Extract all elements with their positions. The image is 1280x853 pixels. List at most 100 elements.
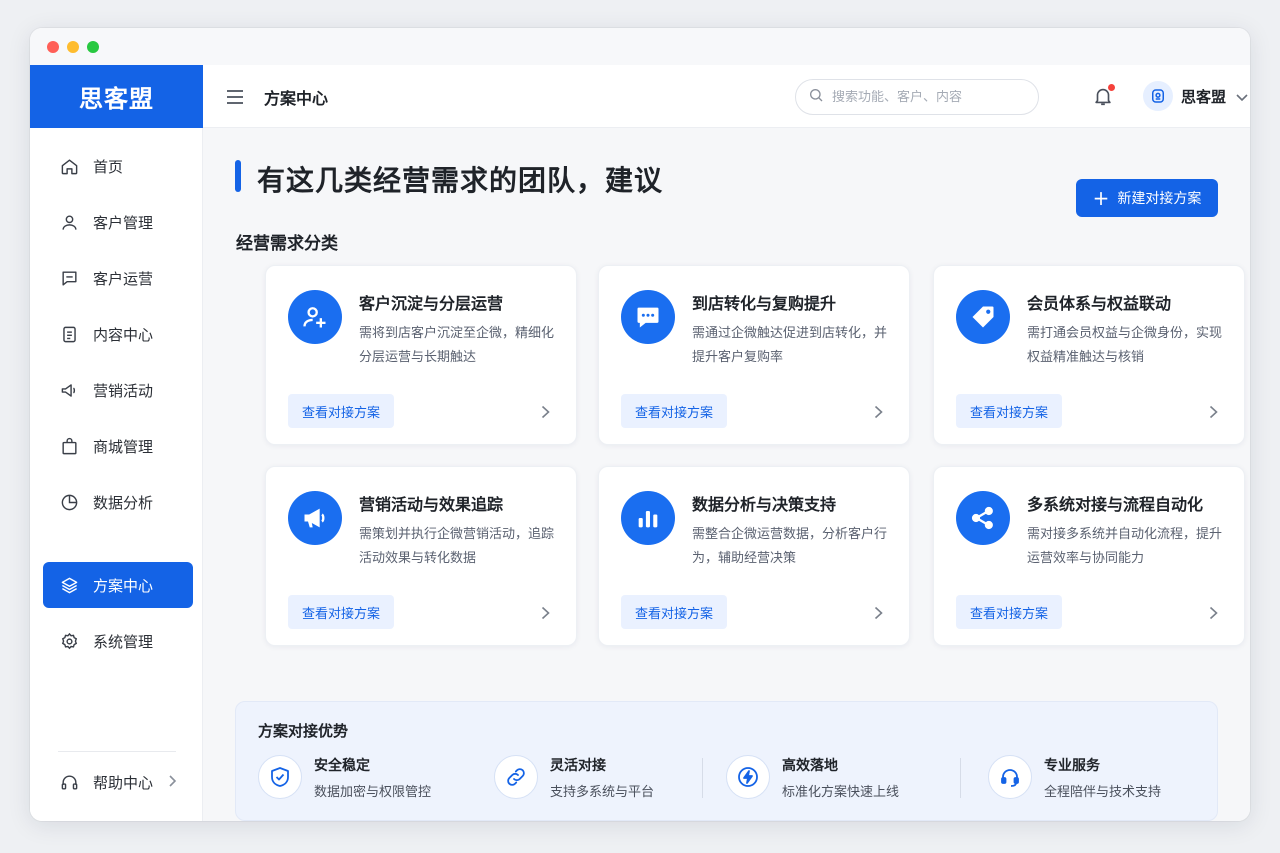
card-description: 需打通会员权益与企微身份，实现权益精准触达与核销 (1027, 326, 1223, 365)
bar-chart-icon (621, 491, 675, 545)
card-title: 到店转化与复购提升 (692, 294, 837, 313)
solution-card[interactable]: 数据分析与决策支持 需整合企微运营数据，分析客户行为，辅助经营决策 查看对接方案 (598, 466, 910, 646)
new-solution-button[interactable]: + 新建对接方案 (1076, 179, 1218, 217)
sidebar-item-analytics[interactable]: 数据分析 (43, 479, 193, 525)
sidebar-item-marketing[interactable]: 营销活动 (43, 367, 193, 413)
chat-icon (59, 268, 79, 288)
sidebar-item-customer-ops[interactable]: 客户运营 (43, 255, 193, 301)
chevron-right-icon (167, 773, 177, 791)
solution-card[interactable]: 多系统对接与流程自动化 需对接多系统并自动化流程，提升运营效率与协同能力 查看对… (933, 466, 1245, 646)
solution-card[interactable]: 营销活动与效果追踪 需策划并执行企微营销活动，追踪活动效果与转化数据 查看对接方… (265, 466, 577, 646)
advantage-description: 数据加密与权限管控 (314, 784, 432, 800)
card-description: 需对接多系统并自动化流程，提升运营效率与协同能力 (1027, 527, 1223, 566)
user-icon (59, 212, 79, 232)
sidebar-item-label: 商城管理 (93, 437, 154, 456)
minimize-window-button[interactable] (67, 41, 79, 53)
card-title: 营销活动与效果追踪 (359, 495, 504, 514)
share-icon (956, 491, 1010, 545)
card-description: 需通过企微触达促进到店转化，并提升客户复购率 (692, 326, 888, 365)
avatar (1143, 81, 1173, 111)
close-window-button[interactable] (47, 41, 59, 53)
view-solution-button[interactable]: 查看对接方案 (956, 394, 1063, 428)
solution-card[interactable]: 会员体系与权益联动 需打通会员权益与企微身份，实现权益精准触达与核销 查看对接方… (933, 265, 1245, 445)
card-title: 会员体系与权益联动 (1027, 294, 1172, 313)
user-menu[interactable]: 思客盟 (1143, 81, 1248, 111)
gear-icon (59, 631, 79, 651)
advantage-description: 支持多系统与平台 (550, 784, 655, 800)
advantage-title: 安全稳定 (314, 757, 370, 774)
notification-badge (1108, 84, 1115, 91)
sidebar-item-system[interactable]: 系统管理 (43, 618, 193, 664)
sidebar-item-label: 客户管理 (93, 213, 154, 232)
advantage-title: 高效落地 (782, 757, 838, 774)
card-title: 多系统对接与流程自动化 (1027, 495, 1204, 514)
card-title: 数据分析与决策支持 (692, 495, 837, 514)
home-icon (59, 156, 79, 176)
sidebar-item-solutions[interactable]: 方案中心 (43, 562, 193, 608)
card-title: 客户沉淀与分层运营 (359, 294, 504, 313)
hero-title: 有这几类经营需求的团队，建议 (257, 164, 664, 197)
sidebar-item-customers[interactable]: 客户管理 (43, 199, 193, 245)
sidebar-item-content[interactable]: 内容中心 (43, 311, 193, 357)
chevron-right-icon[interactable] (874, 404, 883, 423)
window-titlebar (30, 28, 1250, 65)
headset-icon (988, 755, 1032, 799)
view-solution-button[interactable]: 查看对接方案 (956, 595, 1063, 629)
solution-card[interactable]: 到店转化与复购提升 需通过企微触达促进到店转化，并提升客户复购率 查看对接方案 (598, 265, 910, 445)
sidebar: 思客盟 首页 客户管理 客户运营 内容中心 营销活动 商城管理 数据分析 方案中… (30, 65, 203, 821)
megaphone-icon (59, 380, 79, 400)
card-description: 需整合企微运营数据，分析客户行为，辅助经营决策 (692, 527, 888, 566)
main-content: 有这几类经营需求的团队，建议 + 新建对接方案 经营需求分类 客户沉淀与分层运营… (203, 128, 1250, 821)
add-user-icon (288, 290, 342, 344)
chevron-right-icon[interactable] (1209, 605, 1218, 624)
view-solution-button[interactable]: 查看对接方案 (621, 394, 728, 428)
advantage-item: 专业服务 全程陪伴与技术支持 (988, 752, 1161, 802)
search-input[interactable] (832, 89, 1022, 105)
shopping-bag-icon (59, 436, 79, 456)
app-window: 思客盟 首页 客户管理 客户运营 内容中心 营销活动 商城管理 数据分析 方案中… (30, 28, 1250, 821)
help-center-link[interactable]: 帮助中心 (43, 759, 193, 805)
headphones-icon (59, 772, 79, 792)
new-solution-label: 新建对接方案 (1117, 191, 1202, 207)
chevron-right-icon[interactable] (1209, 404, 1218, 423)
advantage-item: 高效落地 标准化方案快速上线 (726, 752, 899, 802)
notification-bell-icon[interactable] (1092, 84, 1115, 107)
pie-chart-icon (59, 492, 79, 512)
advantage-description: 全程陪伴与技术支持 (1044, 784, 1162, 800)
sidebar-item-mall[interactable]: 商城管理 (43, 423, 193, 469)
link-icon (494, 755, 538, 799)
page-title: 方案中心 (264, 89, 329, 108)
layers-icon (59, 575, 79, 595)
advantage-item: 灵活对接 支持多系统与平台 (494, 752, 654, 802)
advantages-panel: 方案对接优势 安全稳定 数据加密与权限管控 灵活对接 支持多系统与平台 高效落地… (235, 701, 1218, 821)
top-bar: 方案中心 思客盟 (203, 65, 1250, 128)
search-box[interactable] (795, 79, 1039, 115)
sidebar-item-label: 营销活动 (93, 381, 154, 400)
message-icon (621, 290, 675, 344)
sidebar-divider (58, 751, 176, 752)
advantage-title: 灵活对接 (550, 757, 606, 774)
search-icon (808, 87, 824, 107)
chevron-right-icon[interactable] (541, 404, 550, 423)
sidebar-item-label: 方案中心 (93, 576, 154, 595)
sidebar-item-label: 数据分析 (93, 493, 154, 512)
brand-logo[interactable]: 思客盟 (30, 65, 203, 128)
advantage-description: 标准化方案快速上线 (782, 784, 900, 800)
view-solution-button[interactable]: 查看对接方案 (288, 595, 395, 629)
hamburger-menu-icon[interactable] (225, 87, 245, 107)
view-solution-button[interactable]: 查看对接方案 (621, 595, 728, 629)
chevron-right-icon[interactable] (541, 605, 550, 624)
advantages-title: 方案对接优势 (258, 722, 349, 740)
maximize-window-button[interactable] (87, 41, 99, 53)
sidebar-item-label: 客户运营 (93, 269, 154, 288)
shield-check-icon (258, 755, 302, 799)
sidebar-item-home[interactable]: 首页 (43, 143, 193, 189)
chevron-right-icon[interactable] (874, 605, 883, 624)
view-solution-button[interactable]: 查看对接方案 (288, 394, 395, 428)
chevron-down-icon (1236, 87, 1248, 106)
advantage-title: 专业服务 (1044, 757, 1100, 774)
user-name: 思客盟 (1181, 87, 1227, 106)
solution-card[interactable]: 客户沉淀与分层运营 需将到店客户沉淀至企微，精细化分层运营与长期触达 查看对接方… (265, 265, 577, 445)
tag-icon (956, 290, 1010, 344)
document-icon (59, 324, 79, 344)
